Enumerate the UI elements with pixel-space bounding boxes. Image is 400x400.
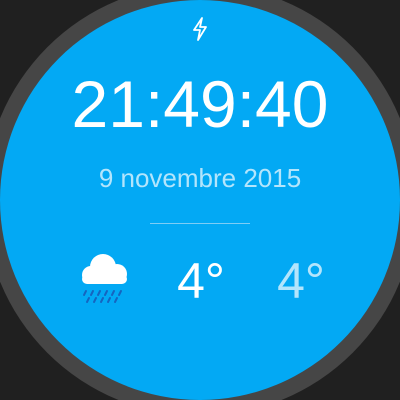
cloud-rain-icon bbox=[82, 254, 127, 303]
watch-face[interactable]: 21:49:40 9 novembre 2015 4° 4° bbox=[0, 0, 400, 400]
charging-bolt-icon bbox=[193, 17, 207, 41]
date-display: 9 novembre 2015 bbox=[98, 163, 302, 193]
time-display: 21:49:40 bbox=[71, 67, 329, 141]
divider-line bbox=[150, 223, 250, 224]
temperature-low: 4° bbox=[277, 253, 325, 309]
watch-screen: 21:49:40 9 novembre 2015 4° 4° bbox=[0, 0, 400, 400]
temperature-high: 4° bbox=[177, 253, 225, 309]
